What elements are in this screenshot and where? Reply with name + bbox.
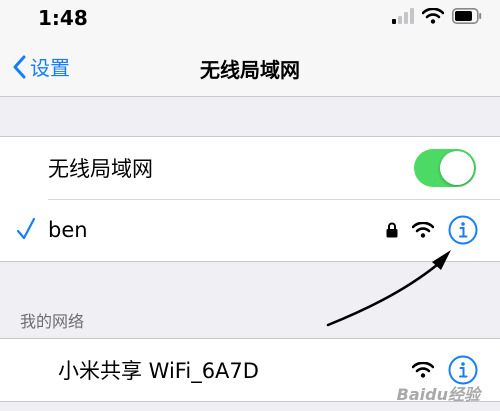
network-name: 小米共享 WiFi_6A7D [58,359,259,383]
wifi-icon [422,8,444,24]
lock-icon [386,222,398,238]
cellular-signal-icon [392,8,414,24]
toggle-knob [440,151,474,185]
checkmark-icon [16,217,36,240]
wifi-toggle-switch[interactable] [414,149,476,187]
wifi-toggle-row: 无线局域网 [0,137,500,199]
battery-icon [452,8,482,24]
my-networks-header: 我的网络 [20,312,85,331]
wifi-icon [412,362,434,378]
status-time: 1:48 [38,6,88,30]
connected-network-row[interactable]: ben [0,199,500,261]
info-icon[interactable] [448,215,478,245]
network-name: ben [48,218,88,242]
wifi-icon [412,222,434,238]
status-icons [392,8,482,24]
navigation-bar: 设置 无线局域网 [0,38,500,97]
connected-network-icons [386,215,478,245]
page-title: 无线局域网 [200,58,300,82]
watermark: Baidu经验 [396,385,480,404]
wifi-toggle-label: 无线局域网 [48,157,153,181]
wifi-group: 无线局域网 ben [0,136,500,262]
status-bar: 1:48 [0,0,500,38]
